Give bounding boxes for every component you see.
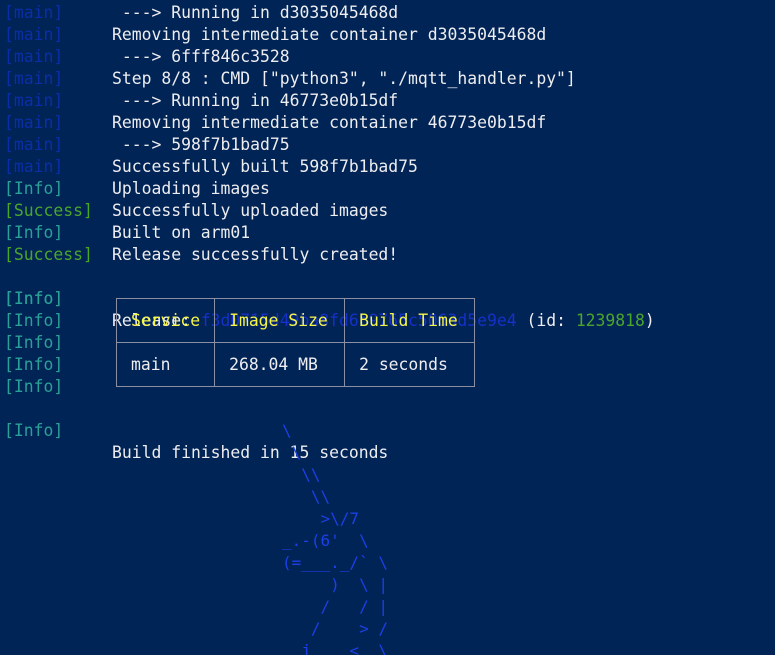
unicorn-ascii-art: \ \ \\ \\ >\/7_.-(6' \(=___._/` \ ) \ | …	[282, 421, 388, 655]
ascii-art-line: (=___._/` \	[282, 553, 388, 572]
ascii-art-line: / / |	[282, 597, 388, 616]
ascii-art-line: \	[282, 421, 292, 440]
ascii-art-line: ) \ |	[282, 575, 388, 594]
ascii-art-line: / > /	[282, 619, 388, 638]
terminal-window[interactable]: [main] ---> Running in d3035045468d [main…	[0, 0, 775, 655]
ascii-art-line: j < _\	[282, 641, 388, 655]
ascii-art-line: \	[282, 443, 301, 462]
ascii-art-line: >\/7	[282, 509, 359, 528]
ascii-art-line: \\	[282, 465, 321, 484]
ascii-art-line: \\	[282, 487, 330, 506]
ascii-art-line: _.-(6' \	[282, 531, 369, 550]
